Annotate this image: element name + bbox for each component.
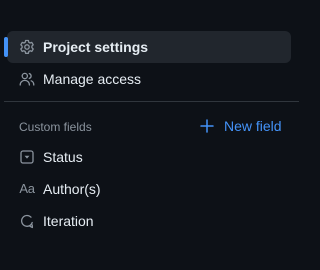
project-settings-sidebar: Project settings Manage access Custom fi… (0, 0, 307, 270)
nav-item-manage-access[interactable]: Manage access (7, 63, 291, 95)
custom-fields-heading: Custom fields (19, 120, 92, 134)
nav-item-project-settings[interactable]: Project settings (4, 31, 291, 63)
new-field-label: New field (224, 118, 282, 134)
nav-item-label: Project settings (43, 39, 149, 55)
text-field-icon: Aa (19, 181, 35, 196)
field-item-iteration[interactable]: Iteration (7, 205, 291, 237)
active-indicator (4, 37, 8, 57)
iteration-icon (19, 213, 35, 229)
nav-item-label: Manage access (43, 71, 142, 87)
field-item-label: Author(s) (43, 181, 101, 197)
field-item-status[interactable]: Status (7, 141, 291, 173)
field-item-label: Status (43, 149, 83, 165)
field-item-label: Iteration (43, 213, 94, 229)
plus-icon (199, 118, 215, 134)
field-item-authors[interactable]: Aa Author(s) (7, 173, 291, 205)
people-icon (19, 71, 35, 87)
gear-icon (19, 39, 35, 55)
divider (4, 101, 299, 102)
new-field-button[interactable]: New field (199, 114, 282, 138)
single-select-icon (19, 149, 35, 165)
